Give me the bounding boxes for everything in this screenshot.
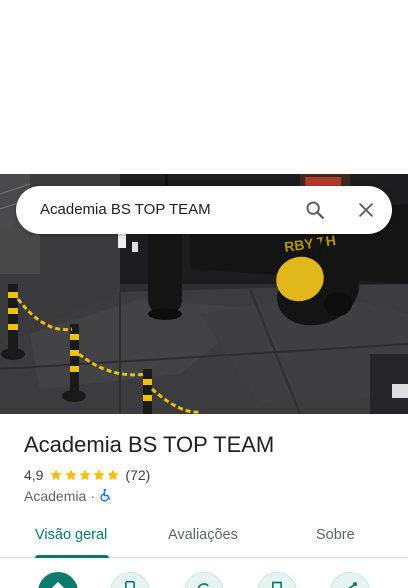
phone-icon <box>125 580 135 588</box>
save-icon <box>272 581 282 588</box>
close-icon[interactable] <box>354 198 378 222</box>
search-bar[interactable]: Academia BS TOP TEAM <box>16 186 392 234</box>
active-tab-indicator <box>35 555 109 558</box>
place-title: Academia BS TOP TEAM <box>24 432 275 457</box>
star-icon <box>64 469 77 481</box>
star-icon <box>107 469 119 481</box>
rating-stars <box>49 468 120 482</box>
category-row: Academia · <box>24 487 113 505</box>
rotate-button[interactable] <box>184 572 224 588</box>
star-icon <box>79 469 91 481</box>
phone-button[interactable] <box>110 572 150 588</box>
search-input[interactable]: Academia BS TOP TEAM <box>40 201 211 218</box>
wheelchair-accessible-icon[interactable] <box>99 488 113 505</box>
search-icon[interactable] <box>303 198 327 222</box>
place-tabs: Visão geral Avaliações Sobre <box>0 517 408 558</box>
separator-dot: · <box>90 488 95 504</box>
tab-avaliacoes[interactable]: Avaliações <box>168 527 238 543</box>
rating-value: 4,9 <box>24 467 44 483</box>
rotate-icon <box>197 583 209 588</box>
place-sheet: RBY TH Academia BS TOP TEAM Academia BS … <box>0 0 408 588</box>
rating-row[interactable]: 4,9 (72) <box>24 466 150 484</box>
tab-visao-geral[interactable]: Visão geral <box>35 527 107 543</box>
star-icon <box>93 469 105 481</box>
directions-icon <box>51 581 65 588</box>
place-category: Academia <box>24 488 87 504</box>
save-button[interactable] <box>257 572 297 588</box>
review-count[interactable]: (72) <box>125 467 150 483</box>
share-button[interactable] <box>330 572 370 588</box>
directions-button[interactable] <box>38 572 78 588</box>
star-icon <box>50 469 63 481</box>
action-buttons-row <box>0 570 408 588</box>
tab-sobre[interactable]: Sobre <box>316 527 355 543</box>
share-icon <box>348 582 358 588</box>
